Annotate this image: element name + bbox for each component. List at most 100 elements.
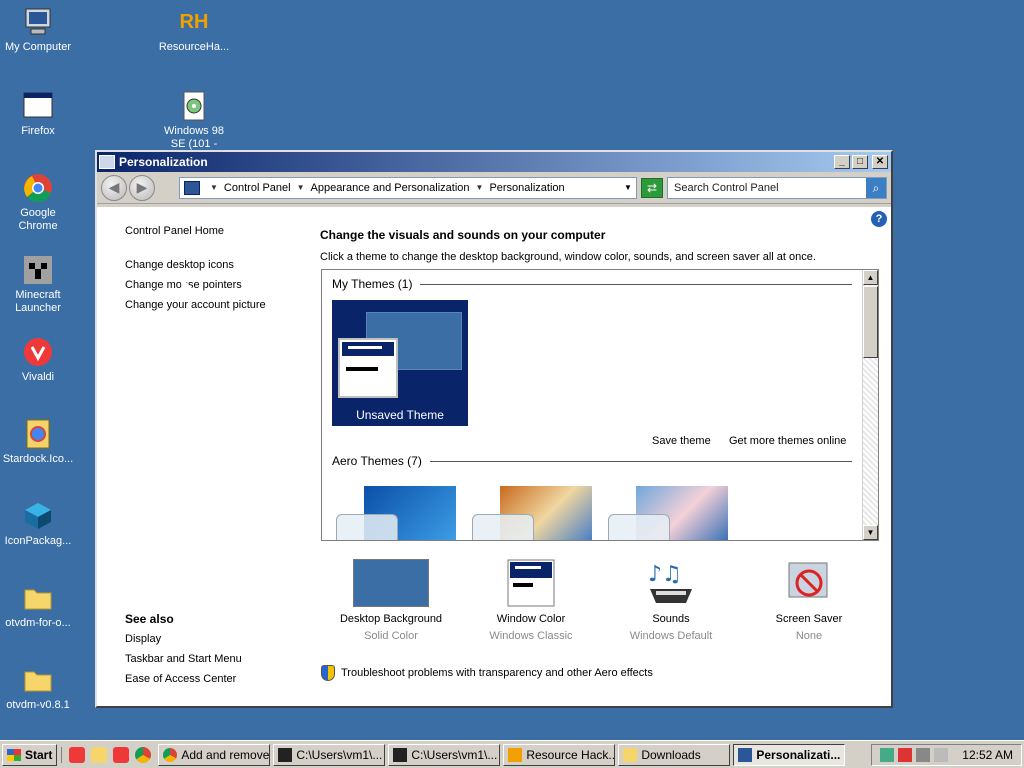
content-pane: ? Control Panel Home Change desktop icon…	[97, 207, 891, 706]
volume-muted-icon[interactable]	[934, 747, 949, 762]
page-description: Click a theme to change the desktop back…	[320, 251, 816, 263]
desktop-icon-otvdm-folder[interactable]: otvdm-for-o...	[0, 582, 76, 630]
desktop-icon-iconpackager[interactable]: IconPackag...	[0, 500, 76, 548]
window-titlebar[interactable]: Personalization _ □ ✕	[97, 152, 891, 172]
minimize-button[interactable]: _	[834, 155, 850, 169]
breadcrumb-arrow-icon[interactable]: ▼	[476, 183, 484, 192]
network-icon[interactable]	[898, 747, 913, 762]
breadcrumb-arrow-icon[interactable]: ▼	[210, 183, 218, 192]
option-title[interactable]: Sounds	[601, 613, 741, 625]
start-label: Start	[25, 747, 53, 762]
forward-button[interactable]: ▶	[129, 174, 155, 201]
computer-icon	[22, 6, 54, 38]
aero-themes-label: Aero Themes (7)	[332, 454, 422, 468]
theme-unsaved[interactable]: Unsaved Theme	[332, 300, 468, 426]
breadcrumb-arrow-icon[interactable]: ▼	[297, 183, 305, 192]
back-button[interactable]: ◀	[101, 174, 127, 201]
desktop-background-option[interactable]: Desktop Background Solid Color	[321, 559, 461, 642]
minecraft-icon	[22, 254, 54, 286]
theme-preview-window	[338, 338, 398, 398]
scroll-down-icon[interactable]: ▼	[863, 525, 878, 540]
refresh-icon[interactable]: ⇄	[641, 177, 663, 198]
close-button[interactable]: ✕	[872, 155, 888, 169]
address-dropdown-icon[interactable]: ▼	[620, 183, 636, 192]
option-value: Windows Default	[629, 630, 713, 642]
cd-image-icon	[178, 90, 210, 122]
taskbar-button-resource-hacker[interactable]: Resource Hack...	[503, 743, 616, 766]
personalization-window: Personalization _ □ ✕ ◀ ▶ ▼ Control Pane…	[95, 150, 893, 708]
theme-aero-architecture[interactable]	[472, 486, 596, 540]
desktop-icon-firefox[interactable]: Firefox	[0, 90, 76, 138]
save-theme-link[interactable]: Save theme	[652, 435, 711, 447]
desktop-icon-minecraft[interactable]: Minecraft Launcher	[0, 254, 76, 315]
desktop-icon-stardock[interactable]: Stardock.Ico...	[0, 418, 76, 466]
taskbar-button-label: Resource Hack...	[526, 747, 616, 762]
theme-aero-characters[interactable]	[608, 486, 732, 540]
desktop-icon-resource-hacker[interactable]: RH ResourceHa...	[156, 6, 232, 54]
link-change-mouse-pointers[interactable]: Change mouse pointers	[125, 279, 266, 291]
vivaldi-icon	[22, 336, 54, 368]
tray-app-icon[interactable]	[880, 747, 895, 762]
resource-hacker-icon	[508, 747, 523, 762]
shield-icon	[321, 665, 335, 681]
search-input[interactable]: Search Control Panel ⌕	[667, 176, 887, 199]
screen-saver-option[interactable]: Screen Saver None	[739, 559, 879, 642]
maximize-button[interactable]: □	[852, 155, 868, 169]
taskbar-button-7zip-2[interactable]: C:\Users\vm1\...	[388, 743, 501, 766]
option-title[interactable]: Window Color	[461, 613, 601, 625]
link-change-account-picture[interactable]: Change your account picture	[125, 299, 266, 311]
control-panel-icon	[184, 180, 200, 195]
breadcrumb-appearance[interactable]: Appearance and Personalization	[311, 182, 470, 194]
search-placeholder: Search Control Panel	[674, 181, 779, 194]
desktop-icon-vivaldi[interactable]: Vivaldi	[0, 336, 76, 384]
personalization-icon	[99, 155, 115, 169]
stardock-icon	[22, 418, 54, 450]
my-themes-label: My Themes (1)	[332, 277, 413, 291]
desktop-icon-label: My Computer	[4, 41, 72, 53]
search-icon[interactable]: ⌕	[866, 177, 886, 198]
troubleshoot-label[interactable]: Troubleshoot problems with transparency …	[341, 667, 653, 679]
firefox-shortcut-icon	[22, 90, 54, 122]
breadcrumb-control-panel[interactable]: Control Panel	[224, 182, 291, 194]
theme-aero-windows7[interactable]	[336, 486, 460, 540]
address-bar[interactable]: ▼ Control Panel ▼ Appearance and Persona…	[179, 176, 637, 199]
sounds-option[interactable]: ♪♫ Sounds Windows Default	[601, 559, 741, 642]
desktop-icon-label: Minecraft Launcher	[15, 289, 61, 314]
breadcrumb-personalization[interactable]: Personalization	[489, 182, 564, 194]
taskbar-button-7zip-1[interactable]: C:\Users\vm1\...	[273, 743, 386, 766]
scroll-thumb[interactable]	[863, 286, 878, 358]
help-icon[interactable]: ?	[871, 211, 887, 227]
desktop-icon-my-computer[interactable]: My Computer	[0, 6, 76, 54]
chrome-icon	[22, 172, 54, 204]
link-control-panel-home[interactable]: Control Panel Home	[125, 225, 266, 237]
desktop-icon-label: Firefox	[21, 125, 55, 137]
option-title[interactable]: Screen Saver	[739, 613, 879, 625]
link-display[interactable]: Display	[125, 633, 242, 645]
desktop-icon-otvdm-v081[interactable]: otvdm-v0.8.1	[0, 664, 76, 712]
folder-icon	[22, 664, 54, 696]
window-title: Personalization	[119, 155, 208, 169]
explorer-quicklaunch-icon[interactable]	[91, 746, 108, 763]
link-change-desktop-icons[interactable]: Change desktop icons	[125, 259, 266, 271]
troubleshoot-link[interactable]: Troubleshoot problems with transparency …	[321, 665, 653, 681]
option-title[interactable]: Desktop Background	[321, 613, 461, 625]
safely-remove-icon[interactable]	[916, 747, 931, 762]
start-button[interactable]: Start	[2, 743, 58, 766]
chrome-quicklaunch-icon[interactable]	[135, 746, 152, 763]
window-color-option[interactable]: Window Color Windows Classic	[461, 559, 601, 642]
my-themes-group: My Themes (1)	[332, 277, 852, 291]
address-toolbar: ◀ ▶ ▼ Control Panel ▼ Appearance and Per…	[97, 172, 891, 204]
taskbar-button-downloads[interactable]: Downloads	[618, 743, 731, 766]
vivaldi-quicklaunch-icon[interactable]	[113, 746, 130, 763]
folder-icon	[623, 747, 638, 762]
themes-scrollbar[interactable]: ▲ ▼	[862, 270, 878, 540]
vivaldi-quicklaunch-icon[interactable]	[69, 746, 86, 763]
get-more-themes-link[interactable]: Get more themes online	[729, 435, 846, 447]
clock[interactable]: 12:52 AM	[962, 748, 1013, 762]
taskbar-button-add-remove[interactable]: Add and remove...	[158, 743, 271, 766]
desktop-icon-chrome[interactable]: Google Chrome	[0, 172, 76, 233]
taskbar-button-personalization[interactable]: Personalizati...	[733, 743, 846, 766]
link-ease-of-access[interactable]: Ease of Access Center	[125, 673, 242, 685]
link-taskbar-start-menu[interactable]: Taskbar and Start Menu	[125, 653, 242, 665]
scroll-up-icon[interactable]: ▲	[863, 270, 878, 285]
